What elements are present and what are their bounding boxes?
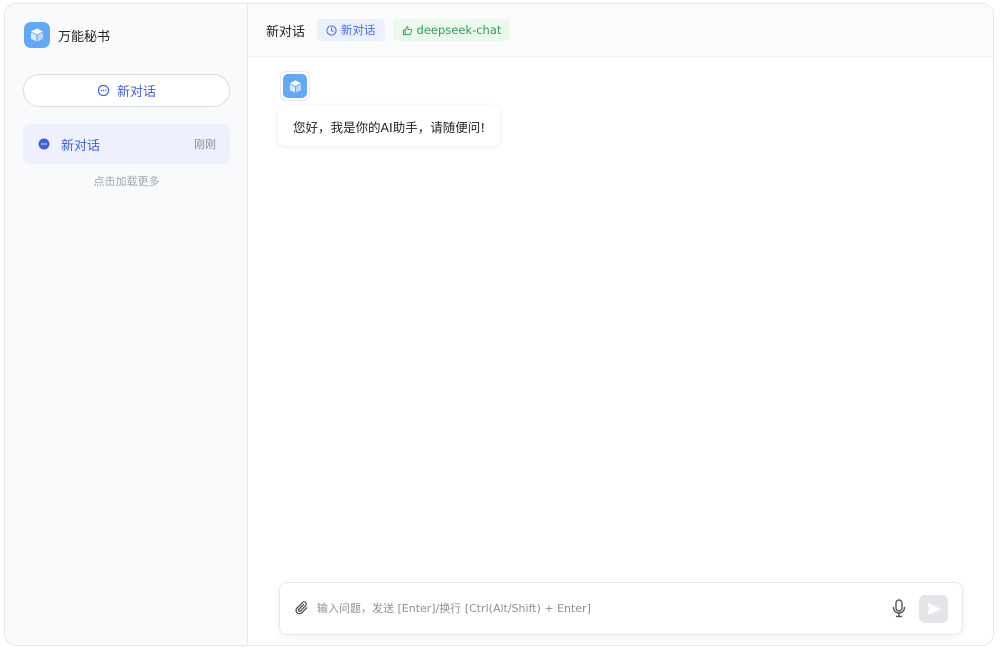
- model-tag-label: deepseek-chat: [416, 23, 502, 37]
- chat-bubble-filled-icon: [38, 138, 50, 150]
- chat-main: 新对话 新对话 deepseek-chat 您好，我是你的AI助手，请随便问! …: [248, 4, 993, 645]
- cube-avatar-icon: [283, 74, 307, 98]
- load-more-link[interactable]: 点击加载更多: [23, 173, 230, 189]
- brand-title: 万能秘书: [58, 29, 111, 45]
- paperclip-icon[interactable]: [294, 600, 311, 617]
- new-chat-button[interactable]: 新对话: [23, 74, 230, 107]
- chat-bubble-icon: [97, 84, 110, 97]
- model-tag: deepseek-chat: [392, 19, 511, 41]
- new-chat-label: 新对话: [116, 85, 156, 100]
- send-arrow-icon: [925, 600, 943, 618]
- chat-header: 新对话 新对话 deepseek-chat: [248, 4, 993, 57]
- microphone-icon[interactable]: [891, 599, 907, 618]
- conversation-tag-label: 新对话: [341, 23, 376, 37]
- thumbs-up-icon: [402, 25, 413, 36]
- chat-title: 新对话: [266, 24, 306, 40]
- message-composer: [279, 582, 963, 635]
- conversation-item[interactable]: 新对话 刚刚: [23, 124, 230, 164]
- send-button[interactable]: [919, 594, 948, 623]
- app-window: 万能秘书 新对话 新对话 刚刚 点击加载更多 新对话 新对话 deepseek-…: [4, 3, 994, 646]
- clock-icon: [326, 24, 337, 36]
- conversation-time: 刚刚: [194, 138, 216, 151]
- conversation-tag: 新对话: [317, 19, 385, 41]
- cube-logo-icon: [24, 22, 50, 48]
- assistant-message: 您好，我是你的AI助手，请随便问!: [278, 106, 501, 146]
- assistant-avatar: [280, 71, 310, 101]
- brand: 万能秘书: [24, 22, 110, 48]
- conversation-title: 新对话: [61, 138, 101, 154]
- sidebar: 万能秘书 新对话 新对话 刚刚 点击加载更多: [5, 4, 248, 645]
- message-input[interactable]: [317, 602, 883, 615]
